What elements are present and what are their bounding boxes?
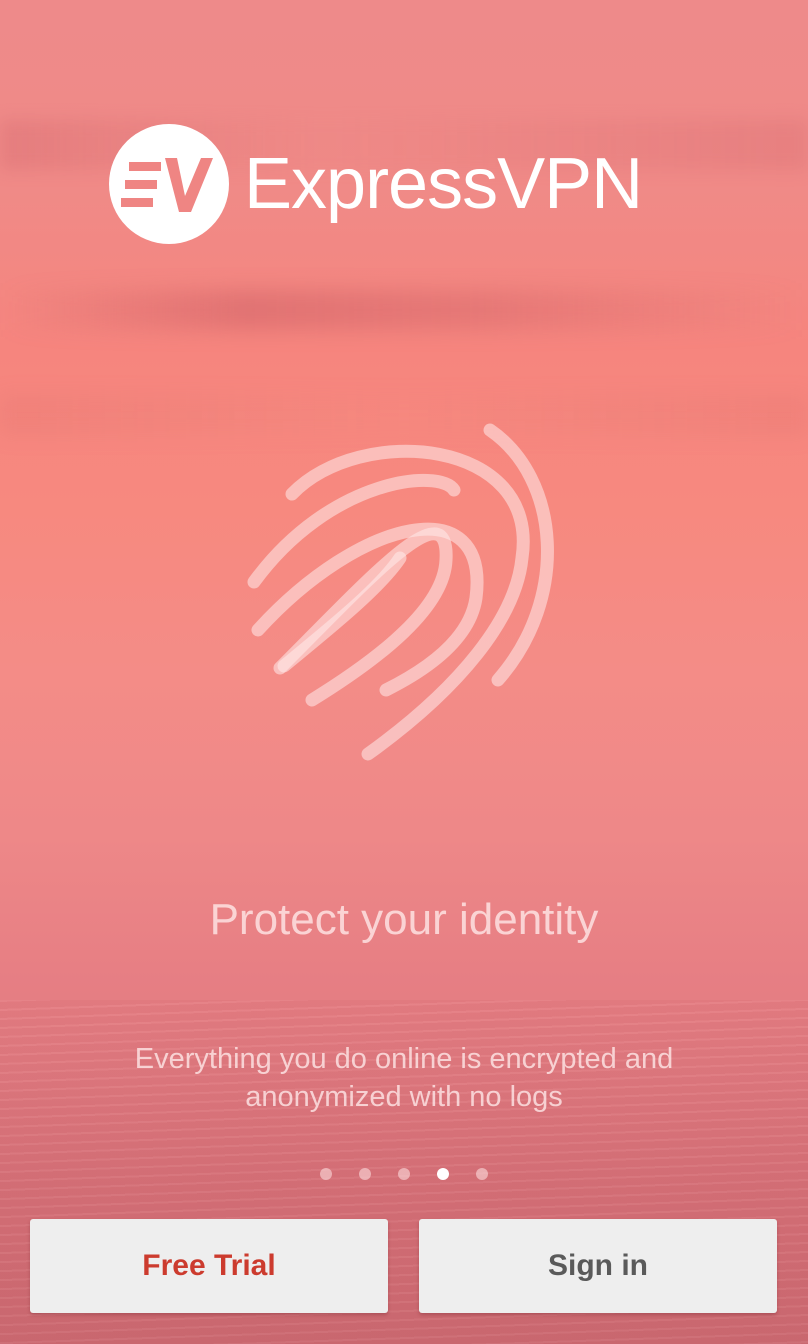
page-dot-4-active[interactable] (437, 1168, 449, 1180)
expressvpn-logo: ExpressVPN (109, 124, 709, 244)
slide-title: Protect your identity (209, 895, 599, 944)
free-trial-button[interactable]: Free Trial (30, 1219, 388, 1313)
page-dot-5[interactable] (476, 1168, 488, 1180)
page-dot-2[interactable] (359, 1168, 371, 1180)
page-dot-1[interactable] (320, 1168, 332, 1180)
background-cloud-band (0, 290, 808, 330)
sign-in-button[interactable]: Sign in (419, 1219, 777, 1313)
slide-description: Everything you do online is encrypted an… (134, 1043, 674, 1113)
fingerprint-icon (240, 418, 570, 763)
page-indicator (0, 1168, 808, 1180)
logo-mark-icon (109, 124, 229, 244)
brand-name: ExpressVPN (244, 144, 643, 224)
page-dot-3[interactable] (398, 1168, 410, 1180)
